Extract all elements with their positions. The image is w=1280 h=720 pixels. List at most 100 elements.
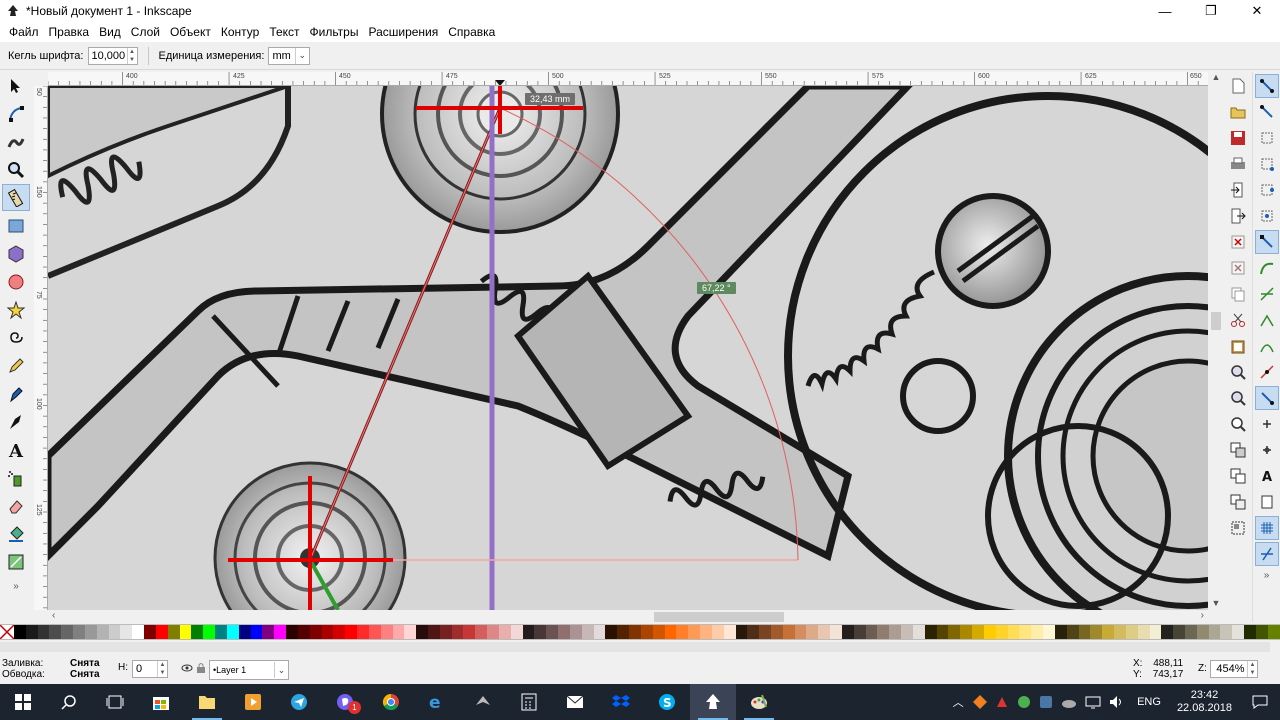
color-swatch[interactable] xyxy=(498,625,511,639)
color-swatch[interactable] xyxy=(203,625,216,639)
snap-others-button[interactable] xyxy=(1255,386,1279,410)
color-swatch[interactable] xyxy=(747,625,760,639)
taskbar-skype[interactable]: S xyxy=(644,684,690,720)
taskbar-calculator[interactable] xyxy=(506,684,552,720)
minimize-button[interactable]: — xyxy=(1142,0,1188,22)
taskbar-paint[interactable] xyxy=(736,684,782,720)
color-swatch[interactable] xyxy=(995,625,1008,639)
new-document-button[interactable] xyxy=(1226,74,1250,98)
menu-extensions[interactable]: Расширения xyxy=(363,25,443,39)
color-swatch[interactable] xyxy=(1007,625,1020,639)
color-swatch[interactable] xyxy=(510,625,523,639)
color-swatch[interactable] xyxy=(652,625,665,639)
color-swatch[interactable] xyxy=(1031,625,1044,639)
color-swatch[interactable] xyxy=(274,625,287,639)
spin-arrows-icon[interactable]: ▲ ▼ xyxy=(157,661,167,677)
vertical-scroll-thumb[interactable] xyxy=(1211,312,1221,330)
color-swatch[interactable] xyxy=(84,625,97,639)
eye-icon[interactable] xyxy=(181,663,193,673)
snap-intersections-button[interactable] xyxy=(1255,282,1279,306)
palette-scrollbar[interactable] xyxy=(0,640,1280,656)
color-swatch[interactable] xyxy=(179,625,192,639)
spray-tool[interactable] xyxy=(2,464,30,491)
color-swatch[interactable] xyxy=(167,625,180,639)
color-swatch[interactable] xyxy=(676,625,689,639)
clock[interactable]: 23:42 22.08.2018 xyxy=(1177,689,1232,715)
color-swatch[interactable] xyxy=(49,625,62,639)
taskbar-dropbox[interactable] xyxy=(598,684,644,720)
color-swatch[interactable] xyxy=(700,625,712,639)
network-icon[interactable] xyxy=(1085,695,1101,709)
color-swatch[interactable] xyxy=(238,625,251,639)
gradient-tool[interactable] xyxy=(2,548,30,575)
taskbar-file-explorer[interactable] xyxy=(184,684,230,720)
pen-tool[interactable] xyxy=(2,380,30,407)
color-swatch[interactable] xyxy=(404,625,417,639)
import-button[interactable] xyxy=(1226,178,1250,202)
menu-help[interactable]: Справка xyxy=(443,25,500,39)
cut-button[interactable] xyxy=(1226,308,1250,332)
scroll-down-icon[interactable]: ▼ xyxy=(1208,598,1224,608)
zoom-selection-button[interactable] xyxy=(1226,360,1250,384)
print-button[interactable] xyxy=(1226,152,1250,176)
opacity-spinbox[interactable]: ▲▼ xyxy=(132,660,168,678)
task-view-button[interactable] xyxy=(92,684,138,720)
color-swatch[interactable] xyxy=(664,625,677,639)
color-swatch[interactable] xyxy=(357,625,369,639)
color-swatch[interactable] xyxy=(1267,625,1280,639)
color-swatch[interactable] xyxy=(439,625,452,639)
drawing-canvas[interactable]: 32,43 mm 67,22 ° xyxy=(48,86,1208,610)
zoom-spinbox[interactable]: ▲▼ xyxy=(1210,660,1258,678)
color-swatch[interactable] xyxy=(735,625,748,639)
more-tools-icon[interactable]: » xyxy=(0,581,32,592)
calligraphy-tool[interactable] xyxy=(2,408,30,435)
show-hidden-icons-icon[interactable]: ︿ xyxy=(947,694,969,710)
color-swatch[interactable] xyxy=(558,625,570,639)
close-button[interactable]: ✕ xyxy=(1234,0,1280,22)
color-swatch[interactable] xyxy=(120,625,133,639)
menu-filters[interactable]: Фильтры xyxy=(305,25,364,39)
horizontal-scrollbar[interactable]: ‹ › xyxy=(48,610,1208,624)
color-swatch[interactable] xyxy=(924,625,937,639)
clone-button[interactable] xyxy=(1226,464,1250,488)
chevron-down-icon[interactable]: ⌄ xyxy=(294,47,309,64)
color-swatch[interactable] xyxy=(889,625,902,639)
snap-paths-button[interactable] xyxy=(1255,256,1279,280)
color-swatch[interactable] xyxy=(1137,625,1150,639)
redo-button[interactable] xyxy=(1226,256,1250,280)
color-swatch[interactable] xyxy=(877,625,890,639)
color-swatch[interactable] xyxy=(1220,625,1233,639)
maximize-button[interactable]: ❐ xyxy=(1188,0,1234,22)
color-swatch[interactable] xyxy=(25,625,38,639)
color-swatch[interactable] xyxy=(581,625,594,639)
color-swatch[interactable] xyxy=(830,625,842,639)
snap-smooth-nodes-button[interactable] xyxy=(1255,334,1279,358)
snap-cusp-nodes-button[interactable] xyxy=(1255,308,1279,332)
taskbar-chrome[interactable] xyxy=(368,684,414,720)
color-swatch[interactable] xyxy=(901,625,913,639)
vertical-scrollbar[interactable]: ▲ ▼ xyxy=(1208,72,1224,610)
color-swatch[interactable] xyxy=(782,625,795,639)
font-size-spinbox[interactable]: ▲▼ xyxy=(87,46,138,65)
zoom-page-button[interactable] xyxy=(1226,412,1250,436)
scroll-up-icon[interactable]: ▲ xyxy=(1208,72,1224,82)
taskbar-chat-app[interactable]: 1 xyxy=(322,684,368,720)
scroll-right-icon[interactable]: › xyxy=(1201,610,1204,621)
color-swatch[interactable] xyxy=(451,625,464,639)
color-swatch[interactable] xyxy=(688,625,701,639)
menu-file[interactable]: Файл xyxy=(4,25,44,39)
color-swatch[interactable] xyxy=(1232,625,1245,639)
color-swatch[interactable] xyxy=(1114,625,1126,639)
color-swatch[interactable] xyxy=(286,625,298,639)
more-snap-icon[interactable]: » xyxy=(1253,570,1280,581)
taskbar-video-player[interactable] xyxy=(230,684,276,720)
color-swatch[interactable] xyxy=(380,625,393,639)
color-swatch[interactable] xyxy=(771,625,783,639)
color-swatch[interactable] xyxy=(569,625,582,639)
selector-tool[interactable] xyxy=(2,72,30,99)
color-swatch[interactable] xyxy=(841,625,854,639)
color-swatch[interactable] xyxy=(191,625,204,639)
snap-object-centers-button[interactable] xyxy=(1255,412,1279,436)
color-swatch[interactable] xyxy=(427,625,440,639)
color-swatch[interactable] xyxy=(593,625,606,639)
